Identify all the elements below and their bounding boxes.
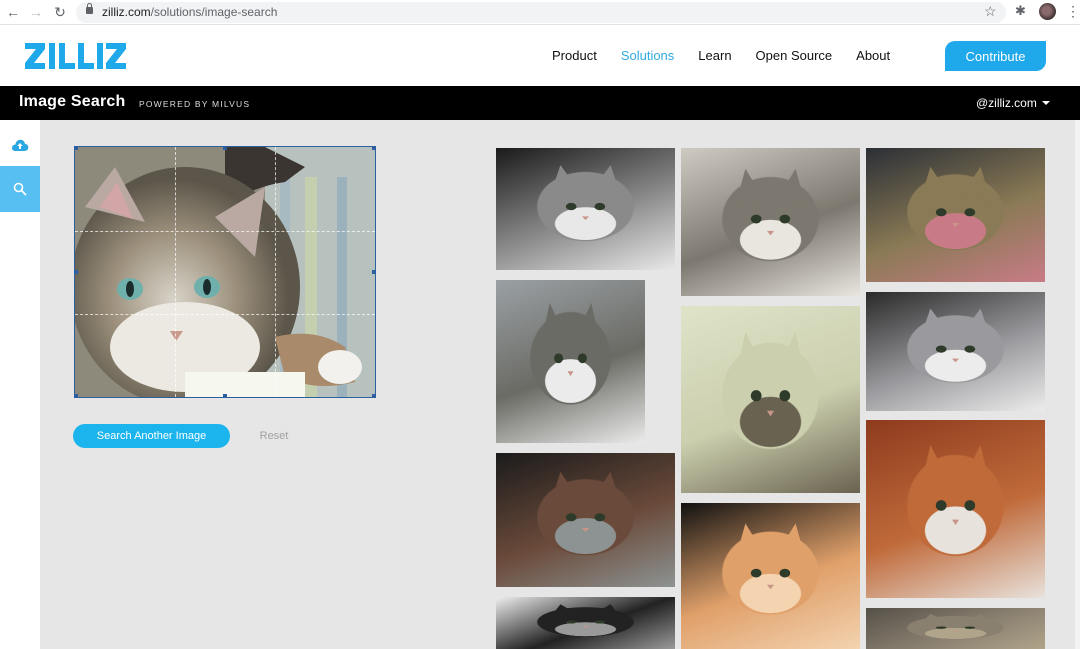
main-nav: Product Solutions Learn Open Source Abou… — [552, 48, 914, 63]
cat-silhouette — [866, 420, 1045, 598]
app-bar: Image Search POWERED BY MILVUS @zilliz.c… — [0, 86, 1080, 120]
search-another-image-button[interactable]: Search Another Image — [73, 424, 230, 448]
account-menu[interactable]: @zilliz.com — [976, 96, 1050, 110]
crop-handle-top-left[interactable] — [75, 147, 78, 150]
nav-product[interactable]: Product — [552, 48, 597, 63]
logo-mark — [25, 43, 126, 69]
crop-grid-line — [75, 314, 375, 315]
result-image[interactable] — [681, 306, 860, 493]
url-host: zilliz.com — [102, 5, 151, 19]
result-image[interactable] — [496, 280, 645, 443]
contribute-button[interactable]: Contribute — [945, 41, 1046, 71]
url-path: /solutions/image-search — [150, 5, 278, 19]
crop-grid-line — [75, 231, 375, 232]
reload-button[interactable]: ↻ — [51, 3, 69, 21]
powered-by-label: POWERED BY MILVUS — [139, 99, 251, 109]
nav-solutions[interactable]: Solutions — [621, 48, 674, 63]
caret-down-icon — [1041, 101, 1050, 105]
result-image[interactable] — [496, 148, 675, 270]
crop-handle-right[interactable] — [372, 270, 375, 274]
search-nav-button[interactable] — [0, 166, 40, 212]
arrow-right-icon: → — [29, 4, 43, 20]
result-image[interactable] — [866, 608, 1045, 649]
forward-button[interactable]: → — [27, 3, 45, 21]
url-text: zilliz.com/solutions/image-search — [102, 5, 277, 19]
result-image[interactable] — [681, 148, 860, 296]
cat-silhouette — [866, 148, 1045, 282]
crop-handle-top-right[interactable] — [372, 147, 375, 150]
arrow-left-icon: ← — [6, 4, 20, 20]
result-image[interactable] — [866, 292, 1045, 411]
cat-silhouette — [496, 280, 645, 443]
cat-silhouette — [496, 453, 675, 587]
crop-handle-left[interactable] — [75, 270, 78, 274]
crop-grid-line — [175, 147, 176, 397]
query-image-cropper[interactable] — [74, 146, 376, 398]
nav-open-source[interactable]: Open Source — [756, 48, 833, 63]
reset-button[interactable]: Reset — [249, 424, 299, 448]
cloud-upload-icon — [11, 139, 29, 151]
cat-silhouette — [496, 148, 675, 270]
browser-toolbar: ← → ↻ zilliz.com/solutions/image-search … — [0, 0, 1080, 25]
back-button[interactable]: ← — [4, 3, 22, 21]
address-bar[interactable]: zilliz.com/solutions/image-search — [76, 2, 1006, 23]
search-icon — [13, 182, 27, 196]
crop-handle-bottom-right[interactable] — [372, 394, 375, 397]
page-title: Image Search — [19, 93, 126, 110]
result-image[interactable] — [496, 453, 675, 587]
cat-silhouette — [681, 306, 860, 493]
cat-silhouette — [496, 597, 675, 649]
puzzle-icon[interactable]: ✱ — [1015, 3, 1026, 19]
star-icon[interactable]: ☆ — [984, 3, 997, 20]
reload-icon: ↻ — [54, 4, 66, 20]
cat-silhouette — [681, 148, 860, 296]
crop-handle-bottom[interactable] — [223, 394, 227, 397]
side-rail — [0, 120, 40, 649]
lock-icon — [86, 3, 93, 14]
query-image — [75, 147, 375, 397]
cat-silhouette — [866, 292, 1045, 411]
page-scrollbar[interactable] — [1075, 120, 1080, 649]
kebab-menu-icon[interactable]: ⋮ — [1066, 3, 1080, 20]
result-image[interactable] — [866, 420, 1045, 598]
result-image[interactable] — [866, 148, 1045, 282]
upload-button[interactable] — [0, 122, 40, 168]
zilliz-logo[interactable] — [25, 41, 127, 71]
account-email: @zilliz.com — [976, 96, 1037, 110]
result-image[interactable] — [681, 503, 860, 649]
cat-silhouette — [866, 608, 1045, 649]
result-image[interactable] — [496, 597, 675, 649]
crop-handle-bottom-left[interactable] — [75, 394, 78, 397]
site-header: Product Solutions Learn Open Source Abou… — [0, 25, 1080, 86]
profile-avatar[interactable] — [1039, 3, 1056, 20]
crop-grid-line — [275, 147, 276, 397]
crop-handle-top[interactable] — [223, 147, 227, 150]
nav-learn[interactable]: Learn — [698, 48, 731, 63]
nav-about[interactable]: About — [856, 48, 890, 63]
cat-silhouette — [681, 503, 860, 649]
